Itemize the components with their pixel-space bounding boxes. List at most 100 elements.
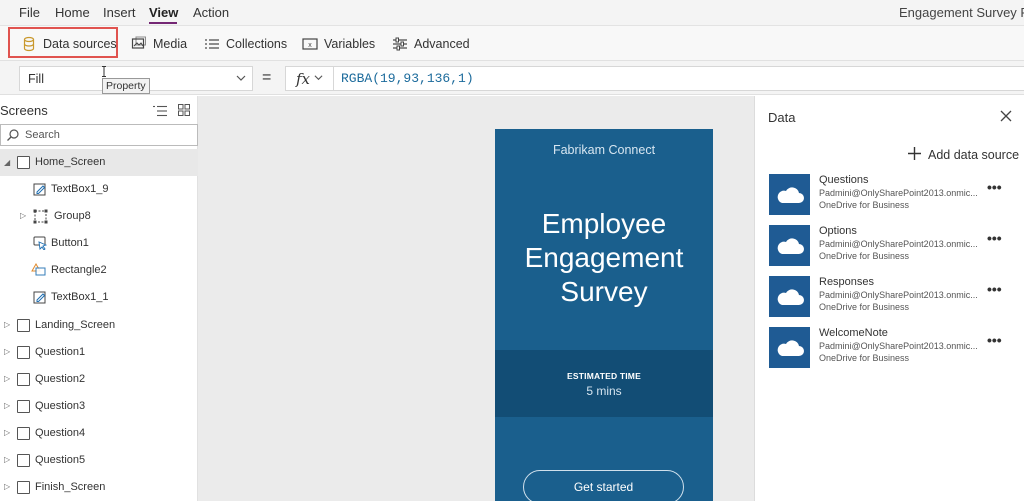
collapsed-triangle-icon: ▷ [4,428,11,437]
tree-item-landing-screen[interactable]: ▷ Landing_Screen [0,312,198,339]
tree-item-textbox1-1[interactable]: TextBox1_1 [0,284,198,311]
estimated-time-value: 5 mins [586,384,622,398]
onedrive-cloud-icon [769,327,810,368]
collapsed-triangle-icon: ▷ [4,374,11,383]
brand-label: Fabrikam Connect [552,143,656,157]
list-view-icon[interactable] [153,105,167,117]
tree-item-question1[interactable]: ▷ Question1 [0,339,198,366]
data-source-account: Padmini@OnlySharePoint2013.onmic... [819,239,978,249]
title-line: Survey [560,276,648,307]
group-icon [33,209,48,224]
tree-item-question5[interactable]: ▷ Question5 [0,447,198,474]
collapsed-triangle-icon: ▷ [4,401,11,410]
data-source-name: Questions [819,174,869,186]
tree-label: TextBox1_1 [51,291,109,303]
title-line: Engagement [524,242,684,273]
screen-icon [17,454,30,467]
add-data-source-label: Add data source [928,147,1020,162]
tree-label: Question3 [35,400,86,412]
data-source-account: Padmini@OnlySharePoint2013.onmic... [819,290,978,300]
tree-item-group8[interactable]: ▷ Group8 [0,203,198,230]
collections-button[interactable]: Collections [204,26,287,61]
svg-text:x: x [308,42,312,49]
collapsed-triangle-icon: ▷ [4,347,11,356]
estimated-time-label: ESTIMATED TIME [567,371,641,381]
more-icon[interactable]: ••• [987,332,1002,348]
fx-button[interactable]: fx [285,66,334,91]
data-source-item[interactable]: Options Padmini@OnlySharePoint2013.onmic… [769,225,1024,267]
screen-icon [17,319,30,332]
tree-label: Rectangle2 [51,264,107,276]
more-icon[interactable]: ••• [987,179,1002,195]
close-icon[interactable] [999,109,1013,123]
data-source-account: Padmini@OnlySharePoint2013.onmic... [819,341,978,351]
menu-home[interactable]: Home [55,5,90,20]
app-screen-preview[interactable]: Fabrikam Connect Employee Engagement Sur… [495,129,713,501]
tree-item-rectangle2[interactable]: Rectangle2 [0,257,198,284]
textbox-icon [33,182,47,196]
tree-label: Question4 [35,427,86,439]
variables-button[interactable]: x Variables [302,26,375,61]
tree-label: Question2 [35,373,86,385]
data-pane-title: Data [768,110,796,125]
fx-icon: fx [295,69,310,88]
app-title: Engagement Survey Pho [899,5,1024,20]
grid-view-icon[interactable] [178,104,190,116]
collapsed-triangle-icon: ▷ [4,320,11,329]
screens-search-input[interactable]: Search [0,124,198,146]
menu-action[interactable]: Action [193,5,229,20]
screen-icon [17,346,30,359]
tree-label: TextBox1_9 [51,183,109,195]
data-source-type: OneDrive for Business [819,353,910,363]
data-source-name: WelcomeNote [819,327,888,339]
tree-item-finish-screen[interactable]: ▷ Finish_Screen [0,474,198,501]
menu-insert[interactable]: Insert [103,5,136,20]
data-source-account: Padmini@OnlySharePoint2013.onmic... [819,188,978,198]
more-icon[interactable]: ••• [987,230,1002,246]
onedrive-cloud-icon [769,225,810,266]
menu-file[interactable]: File [19,5,40,20]
screens-title: Screens [0,103,48,118]
title-line: Employee [541,208,667,239]
tree-item-home-screen[interactable]: ◢ Home_Screen [0,149,198,176]
property-tooltip: Property [102,78,150,94]
get-started-button[interactable]: Get started [523,470,684,501]
data-source-type: OneDrive for Business [819,302,910,312]
data-source-item[interactable]: Responses Padmini@OnlySharePoint2013.onm… [769,276,1024,318]
screens-panel: Screens Search ◢ Home_Screen TextBox1_9 … [0,96,198,501]
media-label: Media [153,36,188,51]
collapsed-triangle-icon: ▷ [4,455,11,464]
variables-label: Variables [324,36,376,51]
add-data-source-button[interactable]: Add data source [907,146,1019,163]
screen-icon [17,427,30,440]
menu-view[interactable]: View [149,5,178,20]
data-source-item[interactable]: WelcomeNote Padmini@OnlySharePoint2013.o… [769,327,1024,369]
text-cursor-icon [101,66,106,77]
advanced-button[interactable]: Advanced [392,26,470,61]
more-icon[interactable]: ••• [987,281,1002,297]
collections-icon [204,36,220,52]
data-source-item[interactable]: Questions Padmini@OnlySharePoint2013.onm… [769,174,1024,216]
estimated-time-band[interactable]: ESTIMATED TIME 5 mins [495,350,713,417]
tree-item-button1[interactable]: Button1 [0,230,198,257]
collapsed-triangle-icon: ▷ [20,211,27,220]
survey-title[interactable]: Employee Engagement Survey [495,207,713,309]
tree-label: Question5 [35,454,86,466]
collapsed-triangle-icon: ▷ [4,482,11,491]
tree-item-question3[interactable]: ▷ Question3 [0,393,198,420]
media-button[interactable]: Media [131,26,187,61]
tree-label: Group8 [54,210,91,222]
search-placeholder: Search [25,129,60,141]
formula-input[interactable]: RGBA(19,93,136,1) [334,66,1024,91]
tree-label: Question1 [35,346,86,358]
active-menu-underline [149,22,177,24]
database-icon [21,36,37,52]
onedrive-cloud-icon [769,276,810,317]
equals-sign: = [262,69,272,86]
data-pane: Data Add data source Questions Padmini@O… [754,96,1024,501]
data-sources-button[interactable]: Data sources [21,26,117,61]
tree-item-question2[interactable]: ▷ Question2 [0,366,198,393]
advanced-label: Advanced [414,36,470,51]
tree-item-question4[interactable]: ▷ Question4 [0,420,198,447]
tree-item-textbox1-9[interactable]: TextBox1_9 [0,176,198,203]
